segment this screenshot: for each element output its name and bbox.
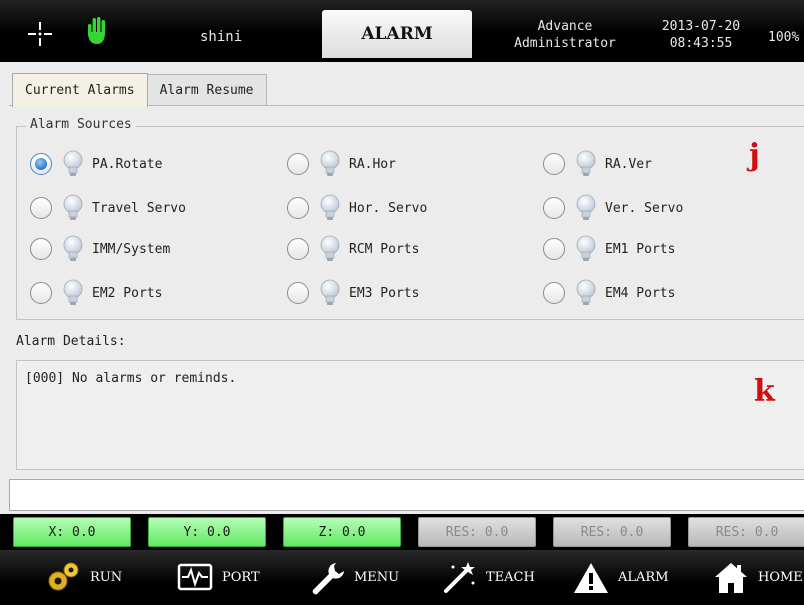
nav-teach-button[interactable]: TEACH (440, 550, 535, 605)
alarm-details-text: [000] No alarms or reminds. (25, 371, 237, 386)
alarm-details-box: [000] No alarms or reminds. (16, 360, 804, 470)
alarm-source-label: EM1 Ports (605, 241, 676, 257)
radio-button[interactable] (543, 282, 565, 304)
alarm-source-em1-ports[interactable]: EM1 Ports (543, 234, 675, 264)
light-bulb-icon (575, 194, 597, 222)
light-bulb-icon (62, 235, 84, 263)
alarm-source-label: Ver. Servo (605, 200, 684, 216)
time-text: 08:43:55 (669, 36, 733, 51)
coord-res-readout: RES: 0.0 (688, 517, 804, 547)
alarm-source-label: EM4 Ports (605, 285, 676, 301)
radio-button[interactable] (30, 197, 52, 219)
nav-menu-button[interactable]: MENU (308, 550, 399, 605)
alarm-source-hor-servo[interactable]: Hor. Servo (287, 193, 427, 223)
hand-stop-icon[interactable] (86, 16, 108, 46)
alarm-source-label: RA.Ver (605, 156, 652, 172)
light-bulb-icon (319, 235, 341, 263)
tab-alarm-resume[interactable]: Alarm Resume (146, 74, 267, 106)
alarm-source-label: RCM Ports (349, 241, 420, 257)
nav-run-label: RUN (90, 570, 123, 585)
nav-teach-label: TEACH (486, 570, 535, 585)
alarm-source-ra-ver[interactable]: RA.Ver (543, 149, 652, 179)
user-role: Advance Administrator (505, 18, 625, 52)
alarm-source-travel-servo[interactable]: Travel Servo (30, 193, 186, 223)
radio-button[interactable] (30, 282, 52, 304)
nav-home-button[interactable]: HOME (712, 550, 803, 605)
user-name: shini (200, 29, 243, 45)
alarm-source-ra-hor[interactable]: RA.Hor (287, 149, 396, 179)
nav-port-label: PORT (222, 570, 260, 585)
nav-menu-label: MENU (354, 570, 400, 585)
alarm-source-label: Hor. Servo (349, 200, 428, 216)
alarm-source-pa-rotate[interactable]: PA.Rotate (30, 149, 162, 179)
coordinate-bar: X: 0.0 Y: 0.0 Z: 0.0 RES: 0.0 RES: 0.0 R… (0, 514, 804, 550)
nav-port-button[interactable]: PORT (176, 550, 260, 605)
status-message-bar (9, 479, 804, 511)
light-bulb-icon (62, 150, 84, 178)
radio-button[interactable] (30, 153, 52, 175)
warning-icon (574, 562, 608, 593)
crosshair-icon[interactable] (28, 22, 52, 46)
nav-run-button[interactable]: RUN (44, 550, 122, 605)
nav-alarm-button[interactable]: ALARM (572, 550, 669, 605)
alarm-source-em3-ports[interactable]: EM3 Ports (287, 278, 419, 308)
wrench-icon (312, 562, 344, 594)
radio-button[interactable] (287, 238, 309, 260)
radio-button[interactable] (287, 282, 309, 304)
top-bar: shini ALARM Advance Administrator 2013-0… (0, 0, 804, 62)
alarm-source-em4-ports[interactable]: EM4 Ports (543, 278, 675, 308)
alarm-source-label: PA.Rotate (92, 156, 163, 172)
magic-wand-icon (444, 561, 475, 593)
light-bulb-icon (575, 279, 597, 307)
tab-bar: Current Alarms Alarm Resume (12, 73, 267, 107)
alarm-source-label: EM2 Ports (92, 285, 163, 301)
tab-current-alarms[interactable]: Current Alarms (12, 73, 148, 107)
nav-home-label: HOME (758, 570, 803, 585)
light-bulb-icon (319, 279, 341, 307)
coord-z-readout: Z: 0.0 (283, 517, 401, 547)
monitor-icon (177, 563, 213, 590)
light-bulb-icon (62, 279, 84, 307)
page-title: ALARM (322, 10, 472, 58)
coord-res-readout: RES: 0.0 (418, 517, 536, 547)
role-level: Advance (537, 19, 593, 34)
alarm-source-imm-system[interactable]: IMM/System (30, 234, 170, 264)
radio-button[interactable] (287, 197, 309, 219)
speed-percent[interactable]: 100% (768, 30, 799, 45)
home-icon (715, 562, 747, 593)
alarm-source-label: IMM/System (92, 241, 171, 257)
coord-res-readout: RES: 0.0 (553, 517, 671, 547)
alarm-source-label: Travel Servo (92, 200, 186, 216)
radio-button[interactable] (543, 238, 565, 260)
alarm-source-label: RA.Hor (349, 156, 396, 172)
alarm-sources-title: Alarm Sources (26, 117, 136, 132)
annotation-marker-j: j (749, 138, 760, 173)
radio-button[interactable] (287, 153, 309, 175)
alarm-source-rcm-ports[interactable]: RCM Ports (287, 234, 419, 264)
light-bulb-icon (62, 194, 84, 222)
alarm-details-label: Alarm Details: (16, 334, 126, 349)
alarm-source-ver-servo[interactable]: Ver. Servo (543, 193, 683, 223)
annotation-marker-k: k (754, 374, 775, 409)
radio-button[interactable] (30, 238, 52, 260)
datetime: 2013-07-20 08:43:55 (646, 18, 756, 52)
radio-button[interactable] (543, 153, 565, 175)
coord-x-readout: X: 0.0 (13, 517, 131, 547)
date-text: 2013-07-20 (661, 19, 741, 34)
light-bulb-icon (319, 150, 341, 178)
gears-icon (48, 562, 79, 590)
light-bulb-icon (575, 235, 597, 263)
coord-y-readout: Y: 0.0 (148, 517, 266, 547)
bottom-nav: RUN PORT MENU TEACH ALARM HOME (0, 550, 804, 605)
light-bulb-icon (575, 150, 597, 178)
radio-button[interactable] (543, 197, 565, 219)
alarm-source-em2-ports[interactable]: EM2 Ports (30, 278, 162, 308)
light-bulb-icon (319, 194, 341, 222)
nav-alarm-label: ALARM (618, 570, 669, 585)
role-name: Administrator (514, 36, 616, 51)
alarm-source-label: EM3 Ports (349, 285, 420, 301)
